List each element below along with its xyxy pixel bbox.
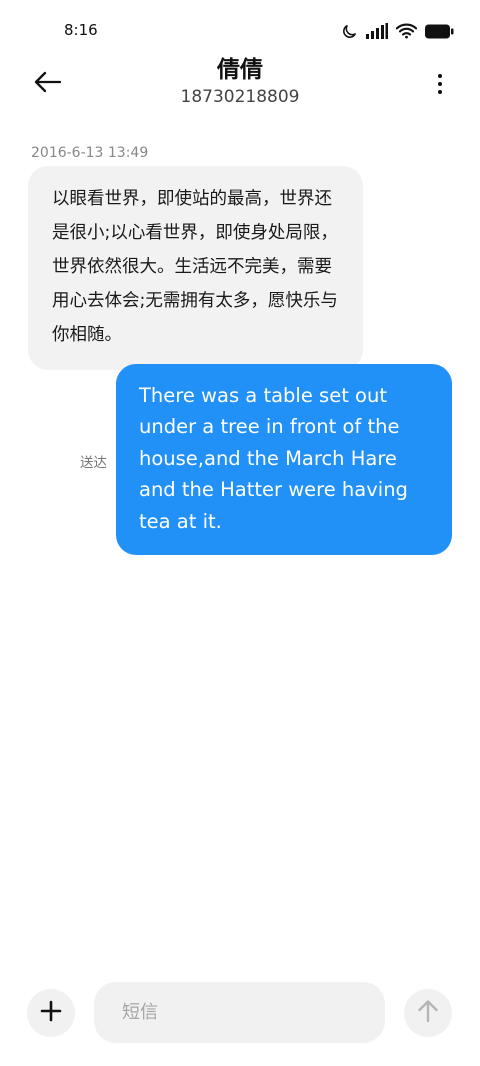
status-time: 8:16 xyxy=(64,21,98,39)
cellular-signal-icon xyxy=(366,23,388,39)
more-vertical-icon-dot xyxy=(438,90,442,94)
more-options-button[interactable] xyxy=(430,66,450,102)
contact-number: 18730218809 xyxy=(180,87,300,107)
plus-icon xyxy=(40,1000,62,1026)
wifi-icon xyxy=(396,23,417,39)
send-button[interactable] xyxy=(404,989,452,1037)
status-bar: 8:16 xyxy=(0,0,480,62)
title-block: 倩倩 18730218809 xyxy=(0,56,480,108)
message-input[interactable] xyxy=(94,982,385,1043)
incoming-message-bubble[interactable]: 以眼看世界，即使站的最高，世界还是很小;以心看世界，即使身处局限，世界依然很大。… xyxy=(28,166,363,370)
status-icons xyxy=(341,20,454,42)
arrow-up-icon xyxy=(417,999,439,1027)
delivery-status: 送达 xyxy=(80,455,107,471)
message-composer xyxy=(0,980,480,1046)
more-vertical-icon-dot xyxy=(438,82,442,86)
outgoing-message-bubble[interactable]: There was a table set out under a tree i… xyxy=(116,364,452,556)
conversation-header: 倩倩 18730218809 xyxy=(0,56,480,116)
contact-name: 倩倩 xyxy=(217,57,263,83)
message-timestamp: 2016-6-13 13:49 xyxy=(31,145,149,161)
add-attachment-button[interactable] xyxy=(27,989,75,1037)
more-vertical-icon xyxy=(438,74,442,78)
moon-icon xyxy=(341,23,358,40)
battery-icon xyxy=(425,24,454,39)
